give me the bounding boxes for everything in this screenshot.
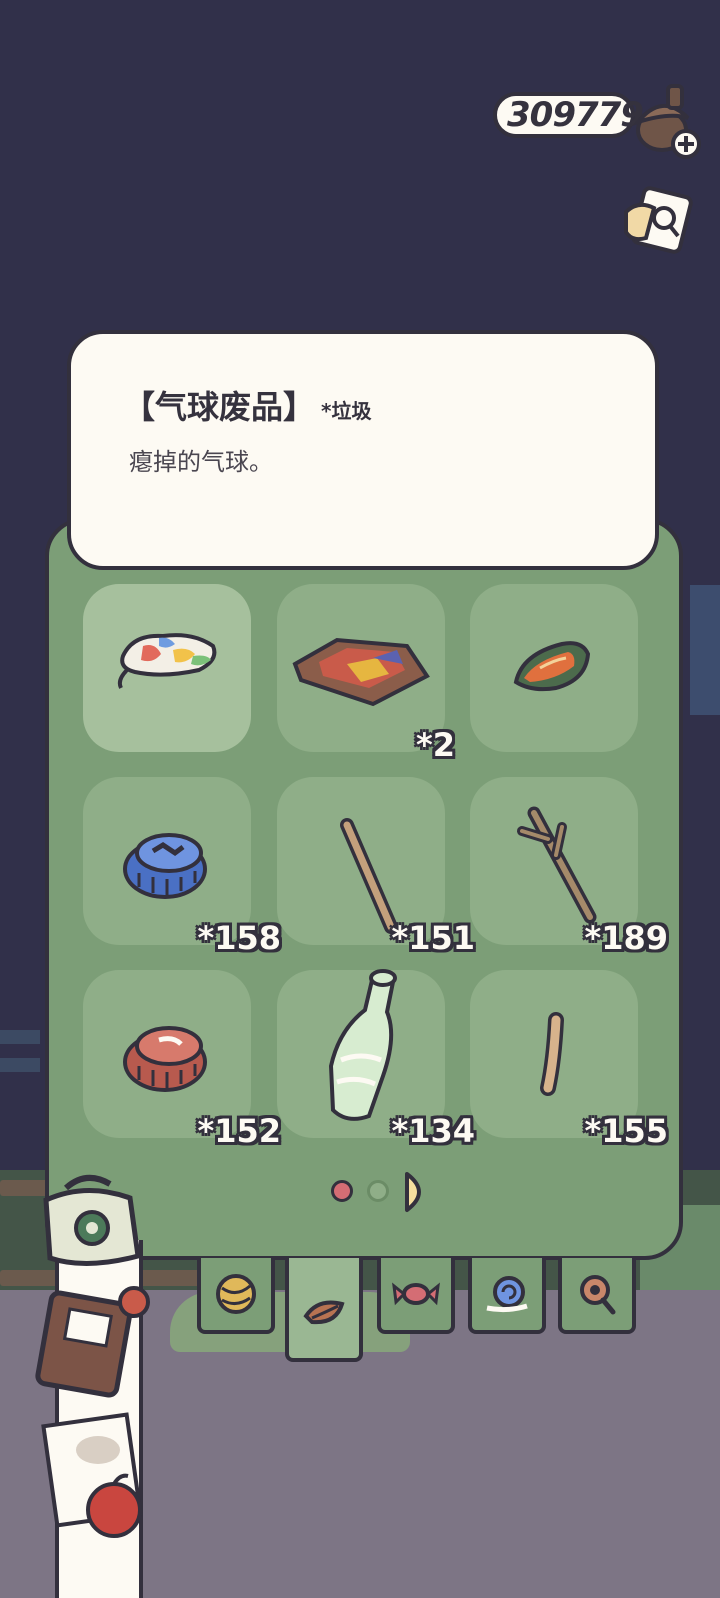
notebook-icon[interactable] bbox=[618, 182, 698, 262]
inventory-slot-bottle[interactable]: *134 bbox=[277, 969, 475, 1150]
page-dot-2[interactable] bbox=[367, 1180, 389, 1202]
currency-counter: 309779 bbox=[493, 92, 644, 138]
leaf-icon bbox=[303, 1300, 345, 1325]
magnifier-icon bbox=[580, 1275, 616, 1315]
acorn-icon[interactable] bbox=[630, 82, 702, 160]
inventory-slot-balloon[interactable] bbox=[83, 584, 251, 752]
page-dot-1[interactable] bbox=[331, 1180, 353, 1202]
inventory-slot-red-cap[interactable]: *152 bbox=[83, 970, 281, 1150]
plastic-bottle-icon bbox=[328, 969, 397, 1121]
bench-slat bbox=[0, 1058, 40, 1072]
tab-leaf[interactable] bbox=[285, 1258, 363, 1362]
yarn-ball-icon bbox=[216, 1274, 256, 1314]
tab-snail[interactable] bbox=[468, 1258, 546, 1334]
item-count: *155 bbox=[584, 1112, 668, 1150]
item-count: *2 bbox=[416, 726, 455, 764]
deflated-balloon-icon bbox=[117, 633, 217, 689]
item-tag: *垃圾 bbox=[321, 399, 372, 423]
inventory-slot-leaf[interactable] bbox=[470, 584, 638, 752]
item-count: *158 bbox=[197, 919, 281, 957]
snail-icon bbox=[486, 1276, 528, 1313]
item-count: *189 bbox=[584, 919, 668, 957]
item-name: 【气球废品】 bbox=[123, 388, 316, 426]
item-info-card: 【气球废品】 *垃圾 瘪掉的气球。 bbox=[67, 330, 659, 570]
bench-slat bbox=[0, 1030, 40, 1044]
bag-icon[interactable] bbox=[26, 1170, 146, 1270]
next-page-icon[interactable] bbox=[403, 1170, 433, 1214]
side-panel-edge bbox=[690, 585, 720, 715]
currency-amount: 309779 bbox=[507, 95, 644, 135]
candy-icon bbox=[392, 1282, 440, 1306]
item-count: *151 bbox=[391, 919, 475, 957]
notes-apple-icon[interactable] bbox=[36, 1410, 152, 1542]
inventory-slot-box[interactable]: *2 bbox=[277, 584, 455, 764]
inventory-slot-twig[interactable]: *189 bbox=[470, 777, 668, 957]
inventory-slot-blue-cap[interactable]: *158 bbox=[83, 777, 281, 957]
inventory-slot-stick[interactable]: *151 bbox=[277, 777, 475, 957]
tab-yarn[interactable] bbox=[197, 1258, 275, 1334]
inventory-panel: *2 *158 *151 *189 *152 *134 *155 bbox=[45, 518, 683, 1260]
tab-candy[interactable] bbox=[377, 1258, 455, 1334]
tab-magnifier[interactable] bbox=[558, 1258, 636, 1334]
item-count: *152 bbox=[197, 1112, 281, 1150]
journal-icon[interactable] bbox=[34, 1282, 152, 1402]
leaf-item-icon bbox=[513, 641, 591, 692]
item-title: 【气球废品】 *垃圾 bbox=[123, 382, 371, 428]
item-description: 瘪掉的气球。 bbox=[129, 448, 273, 476]
item-count: *134 bbox=[391, 1112, 475, 1150]
inventory-slot-small-stick[interactable]: *155 bbox=[470, 970, 668, 1150]
